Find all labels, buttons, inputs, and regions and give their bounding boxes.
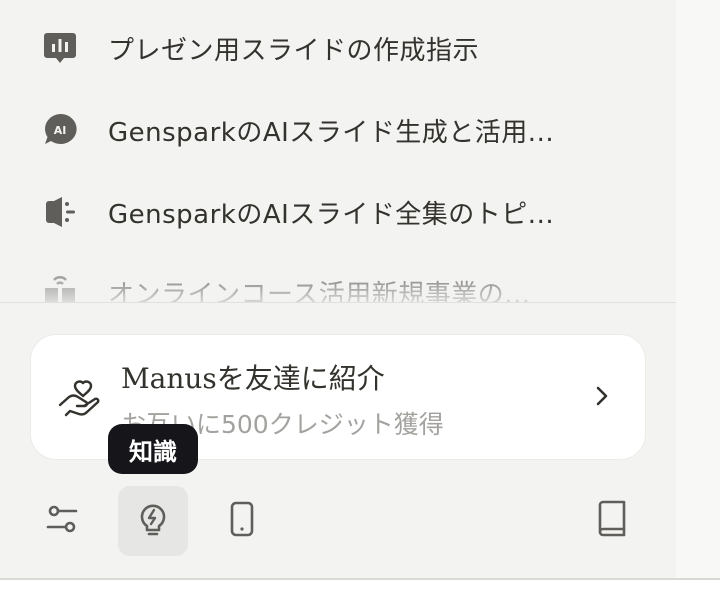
docs-button[interactable]: [577, 486, 647, 556]
task-item-2[interactable]: GensparkのAIスライド全集のトピ...: [40, 182, 640, 242]
window-bottom-area: [0, 580, 720, 596]
task-title: GensparkのAIスライド全集のトピ...: [108, 199, 555, 230]
chart-bubble-icon: [40, 28, 80, 68]
task-title: GensparkのAIスライド生成と活用...: [108, 117, 555, 148]
phone-icon: [222, 499, 262, 543]
svg-text:AI: AI: [54, 124, 67, 137]
referral-title: Manusを友達に紹介: [121, 362, 385, 395]
ai-bubble-icon: AI: [40, 110, 80, 150]
megaphone-icon: [40, 192, 80, 232]
tooltip-knowledge: 知識: [108, 424, 198, 474]
knowledge-button[interactable]: [118, 486, 188, 556]
right-scroll-gutter: [676, 0, 720, 578]
divider: [0, 302, 676, 303]
sliders-icon: [42, 499, 82, 543]
lightbulb-icon: [133, 499, 173, 543]
task-item-1[interactable]: AI GensparkのAIスライド生成と活用...: [40, 100, 640, 160]
task-title: オンラインコース活用新規事業の...: [108, 279, 531, 303]
task-item-3[interactable]: オンラインコース活用新規事業の...: [40, 262, 640, 302]
sidebar-panel: プレゼン用スライドの作成指示 AI GensparkのAIスライド生成と活用..…: [0, 0, 676, 578]
task-title: プレゼン用スライドの作成指示: [108, 35, 480, 66]
task-list: プレゼン用スライドの作成指示 AI GensparkのAIスライド生成と活用..…: [0, 0, 676, 302]
chevron-right-icon: [591, 383, 613, 409]
mobile-button[interactable]: [207, 486, 277, 556]
task-item-0[interactable]: プレゼン用スライドの作成指示: [40, 18, 640, 78]
settings-sliders-button[interactable]: [27, 486, 97, 556]
book-icon: [592, 499, 632, 543]
book-signal-icon: [40, 272, 80, 302]
hand-heart-icon: [57, 379, 103, 419]
